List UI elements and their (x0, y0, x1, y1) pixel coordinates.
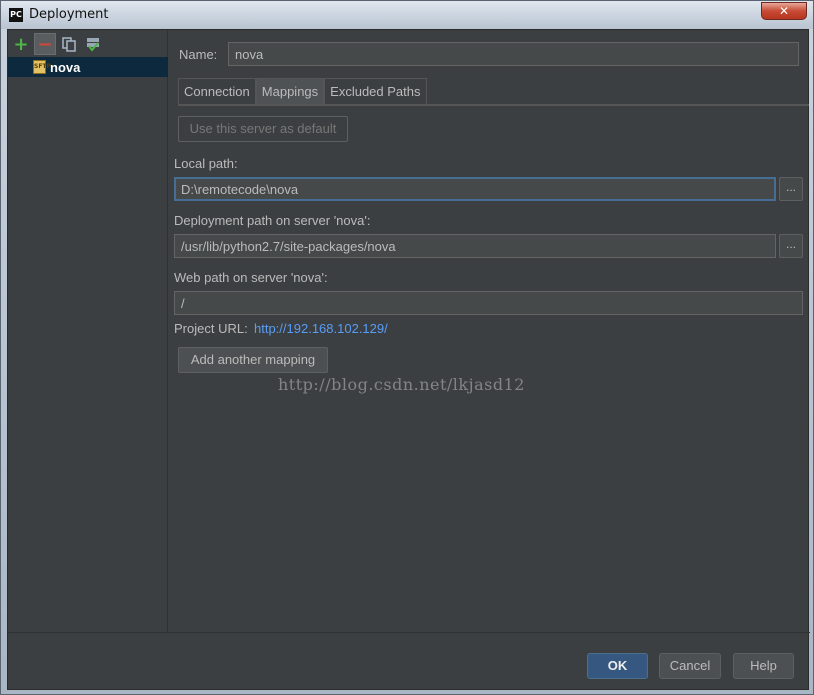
close-button[interactable]: ✕ (761, 2, 807, 20)
help-button[interactable]: Help (733, 653, 794, 679)
cancel-button[interactable]: Cancel (659, 653, 721, 679)
name-field[interactable] (228, 42, 799, 66)
sftp-server-icon: SFTP (33, 60, 51, 74)
title-bar[interactable]: PC Deployment ✕ (1, 1, 813, 29)
deployment-path-label: Deployment path on server 'nova': (174, 213, 371, 228)
server-label: nova (50, 60, 81, 75)
project-url-link[interactable]: http://192.168.102.129/ (254, 321, 388, 336)
copy-icon[interactable] (58, 33, 80, 55)
server-list-toolbar: + − (10, 33, 104, 55)
web-path-label: Web path on server 'nova': (174, 270, 328, 285)
add-mapping-button[interactable]: Add another mapping (178, 347, 328, 373)
watermark-text: http://blog.csdn.net/lkjasd12 (278, 375, 525, 394)
deployment-dialog: PC Deployment ✕ + − SFTP nova Name: nova… (0, 0, 814, 695)
ok-button[interactable]: OK (587, 653, 648, 679)
local-path-browse-button[interactable]: ... (779, 177, 803, 201)
tab-connection[interactable]: Connection (178, 78, 256, 104)
use-as-default-icon[interactable] (82, 33, 104, 55)
window-title: Deployment (29, 7, 109, 22)
project-url-label: Project URL: (174, 321, 248, 336)
tab-divider (178, 104, 809, 106)
tab-mappings[interactable]: Mappings (255, 78, 325, 104)
deployment-path-browse-button[interactable]: ... (779, 234, 803, 258)
local-path-field[interactable] (174, 177, 776, 201)
settings-tabs: Connection Mappings Excluded Paths (178, 78, 427, 104)
server-settings-panel: Name: Connection Mappings Excluded Paths… (169, 30, 809, 632)
server-item-nova[interactable]: SFTP nova (8, 57, 168, 77)
add-icon[interactable]: + (10, 33, 32, 55)
local-path-label: Local path: (174, 156, 238, 171)
remove-icon[interactable]: − (34, 33, 56, 55)
footer-divider (8, 632, 810, 633)
name-label: Name: (179, 47, 218, 62)
use-as-default-button[interactable]: Use this server as default (178, 116, 348, 142)
deployment-path-field[interactable] (174, 234, 776, 258)
server-list-panel: + − SFTP nova (8, 30, 168, 632)
web-path-field[interactable] (174, 291, 803, 315)
pycharm-app-icon: PC (9, 8, 23, 22)
tab-excluded-paths[interactable]: Excluded Paths (324, 78, 427, 104)
dialog-body: + − SFTP nova Name: nova Connection Mapp… (7, 29, 810, 690)
